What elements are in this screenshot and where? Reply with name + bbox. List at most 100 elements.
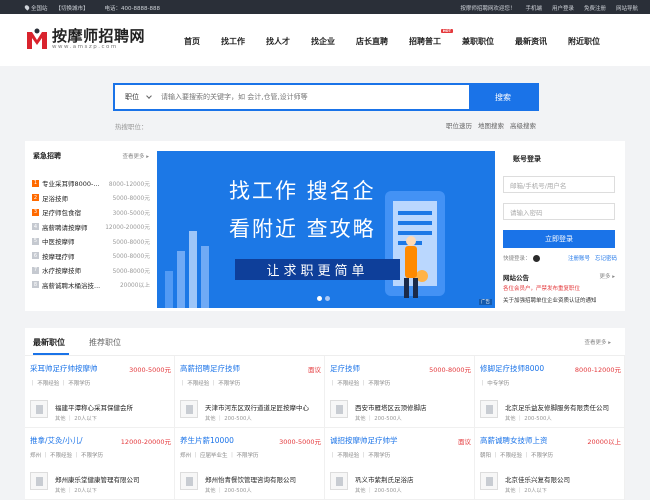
site-nav-link[interactable]: 网站导航 [616,4,638,12]
job-title[interactable]: 高薪招聘足疗技师 [180,363,272,374]
company-meta: 其他 ｜ 20人以下 [55,416,97,422]
job-card[interactable]: 高薪诚聘女技师上资 20000以上 朝阳 ｜ 不限经验 ｜ 不限学历 北京佳乐兴复有限… [475,428,625,500]
nav-find-job[interactable]: 找工作 [221,36,245,47]
job-card[interactable]: 采耳帅足疗帅按摩帅 3000-5000元 ｜ 不限经验 ｜ 不限学历 福建平潭称心采耳… [25,356,175,428]
position-resume-link[interactable]: 职位速历 [446,120,472,130]
nav-news[interactable]: 最新资讯 [515,36,547,47]
urgent-item[interactable]: 7 水疗按摩技师 5000-8000元 [32,263,150,278]
tab-recommended-jobs[interactable]: 推荐职位 [89,337,121,348]
company-name[interactable]: 北京足乐益友修脚服务有限责任公司 [505,402,621,412]
login-button[interactable]: 立即登录 [503,230,615,248]
advanced-search-link[interactable]: 高级搜索 [510,120,536,130]
company-name[interactable]: 福建平潭称心采耳保健会所 [55,402,171,412]
company-name[interactable]: 巩义市紫荆氏足浴店 [355,474,471,484]
rank-badge: 8 [32,281,39,289]
company-logo-icon[interactable] [30,472,48,490]
password-field[interactable]: 请输入密码 [503,203,615,220]
nav-find-talent[interactable]: 找人才 [266,36,290,47]
job-title[interactable]: 养生片薪10000 [180,435,272,446]
company-logo-icon[interactable] [30,400,48,418]
company-name[interactable]: 天津市河东区双行道道足匠按摩中心 [205,402,321,412]
urgent-item[interactable]: 8 高薪诚聘木桶浴技... 20000以上 [32,278,150,293]
switch-city-link[interactable]: 【切换城市】 [56,4,89,12]
job-tags: 郑州 ｜ 应届毕业生 ｜ 不限学历 [180,453,259,459]
job-card[interactable]: 诚招按摩帅足疗帅学 面议 ｜ 不限经验 ｜ 不限学历 巩义市紫荆氏足浴店 其他 ｜ 20… [325,428,475,500]
job-card[interactable]: 养生片薪10000 3000-5000元郑州 ｜ 应届毕业生 ｜ 不限学历郑州怡青… [175,428,325,500]
notice-item-2[interactable]: 关于加强招聘单位企业资质认证的通知 [503,296,597,304]
job-card[interactable]: 修脚足疗技师8000 8000-12000元 ｜ 中专学历 北京足乐益友修脚服务有限责… [475,356,625,428]
nav-general-worker[interactable]: 招聘普工 HOT [409,29,453,47]
search-input[interactable] [161,85,469,109]
job-title[interactable]: 推拿/艾灸/小儿/ [30,435,122,446]
search-category-select[interactable]: 职位 [115,85,161,109]
job-salary: 3000-5000元 [279,438,321,446]
carousel-dot-1[interactable] [317,296,322,301]
promo-banner[interactable]: 找工作 搜名企 看附近 查攻略 让求职更简单 广告 [157,151,495,308]
company-name[interactable]: 郑州康乐堂健康管理有限公司 [55,474,171,484]
header: 按摩师招聘网 www.amszp.com 首页 找工作 找人才 找企业 店长直聘… [0,14,650,66]
company-logo-icon[interactable] [180,472,198,490]
notice-more-link[interactable]: 更多 ▸ [599,272,615,282]
job-title[interactable]: 采耳帅足疗帅按摩帅 [30,363,122,374]
company-logo-icon[interactable] [330,400,348,418]
rank-badge: 6 [32,252,39,260]
urgent-item[interactable]: 5 中医按摩师 5000-8000元 [32,234,150,249]
urgent-item[interactable]: 6 按摩理疗师 5000-8000元 [32,249,150,264]
urgent-item-name: 按摩理疗师 [42,252,75,261]
urgent-item-name: 高薪诚聘木桶浴技... [42,281,101,290]
username-field[interactable]: 邮箱/手机号/用户名 [503,176,615,193]
user-login-link[interactable]: 用户登录 [552,4,574,12]
job-tags: ｜ 不限经验 ｜ 不限学历 [330,453,391,459]
login-title: 账号登录 [513,155,541,163]
qq-login-icon[interactable] [532,254,540,262]
company-logo-icon[interactable] [330,472,348,490]
rank-badge: 2 [32,194,39,202]
nav-home[interactable]: 首页 [184,36,200,47]
company-meta: 其他 ｜ 20人以下 [505,488,547,494]
urgent-item[interactable]: 2 足浴技师 5000-8000元 [32,191,150,206]
notice-item-1[interactable]: 各位会员户，严禁发布重复职位 [503,284,580,292]
forgot-password-link[interactable]: 忘记密码 [595,254,617,262]
nav-nearby[interactable]: 附近职位 [568,36,600,47]
urgent-item[interactable]: 1 专业采耳师8000-... 8000-12000元 [32,176,150,191]
job-title[interactable]: 修脚足疗技师8000 [480,363,572,374]
company-meta: 其他 ｜ 200-500人 [355,488,402,494]
company-logo-icon[interactable] [480,400,498,418]
job-tags: ｜ 不限经验 ｜ 不限学历 [330,381,391,387]
job-salary: 5000-8000元 [429,366,471,374]
urgent-item[interactable]: 3 足疗师包食宿 3000-5000元 [32,205,150,220]
nav-manager-hire[interactable]: 店长直聘 [356,36,388,47]
job-title[interactable]: 足疗技师 [330,363,422,374]
company-name[interactable]: 郑州怡青餐饮管理咨询有限公司 [205,474,321,484]
register-link[interactable]: 注册账号 [568,254,590,262]
location-icon [23,4,31,11]
site-logo[interactable]: 按摩师招聘网 www.amszp.com [26,28,145,50]
job-card[interactable]: 高薪招聘足疗技师 面议 ｜ 不限经验 ｜ 不限学历 天津市河东区双行道道足匠按摩中心其… [175,356,325,428]
map-search-link[interactable]: 地图搜索 [478,120,504,130]
company-logo-icon[interactable] [480,472,498,490]
company-name[interactable]: 北京佳乐兴复有限公司 [505,474,621,484]
job-title[interactable]: 高薪诚聘女技师上资 [480,435,572,446]
urgent-item-salary: 8000-12000元 [108,181,150,188]
job-card[interactable]: 足疗技师 5000-8000元 ｜ 不限经验 ｜ 不限学历 西安市雁塔区云顶修脚店 其他… [325,356,475,428]
job-card[interactable]: 推拿/艾灸/小儿/12000-20000元 郑州 ｜ 不限经验 ｜ 不限学历 郑州康… [25,428,175,500]
main-nav: 首页 找工作 找人才 找企业 店长直聘 招聘普工 HOT 兼职职位 最新资讯 附近… [184,29,621,47]
urgent-item-name: 专业采耳师8000-... [42,180,100,189]
urgent-item[interactable]: 4 高薪聘请按摩师 12000-20000元 [32,220,150,235]
nav-find-company[interactable]: 找企业 [311,36,335,47]
search-button[interactable]: 搜索 [469,85,537,109]
nav-part-time[interactable]: 兼职职位 [462,36,494,47]
urgent-item-salary: 5000-8000元 [112,239,150,246]
urgent-more-link[interactable]: 查看更多 ▸ [122,152,149,160]
rank-badge: 3 [32,208,39,216]
carousel-dot-2[interactable] [325,296,330,301]
job-title[interactable]: 诚招按摩帅足疗帅学 [330,435,422,446]
mobile-link[interactable]: 手机端 [525,4,542,12]
urgent-item-salary: 3000-5000元 [112,210,150,217]
jobs-more-link[interactable]: 查看更多 ▸ [584,338,611,346]
free-register-link[interactable]: 免费注册 [584,4,606,12]
tab-latest-jobs[interactable]: 最新职位 [33,337,65,348]
company-logo-icon[interactable] [180,400,198,418]
job-tags: ｜ 不限经验 ｜ 不限学历 [180,381,241,387]
company-name[interactable]: 西安市雁塔区云顶修脚店 [355,402,471,412]
